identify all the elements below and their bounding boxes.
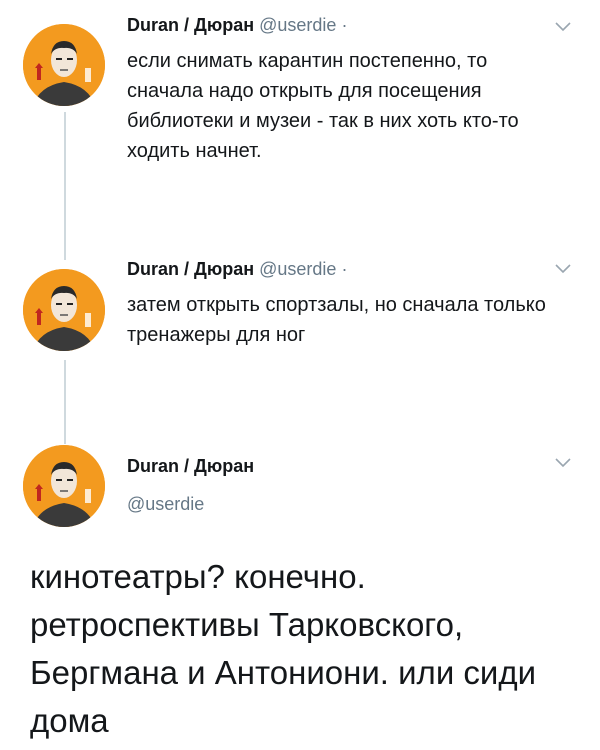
separator-dot: · [341,15,348,35]
avatar[interactable] [23,269,105,351]
author-handle[interactable]: @userdie [127,494,204,514]
avatar-illustration [23,269,105,351]
thread-line [64,112,66,260]
author-handle[interactable]: @userdie [259,15,336,35]
author-name[interactable]: Duran / Дюран [127,259,254,279]
separator-dot: · [341,259,348,279]
tweet-text: если снимать карантин постепенно, то сна… [127,50,519,162]
chevron-down-icon[interactable] [555,458,571,468]
author-handle[interactable]: @userdie [259,259,336,279]
avatar[interactable] [23,445,105,527]
author-name[interactable]: Duran / Дюран [127,15,254,35]
avatar-illustration [23,24,105,106]
author-name[interactable]: Duran / Дюран [127,456,254,476]
chevron-down-icon[interactable] [555,22,571,32]
tweet-text: затем открыть спортзалы, но сначала толь… [127,294,546,346]
avatar-illustration [23,445,105,527]
chevron-down-icon[interactable] [555,264,571,274]
main-tweet-text: кинотеатры? конечно. ретроспективы Тарко… [30,558,537,739]
thread-line [64,360,66,444]
avatar[interactable] [23,24,105,106]
